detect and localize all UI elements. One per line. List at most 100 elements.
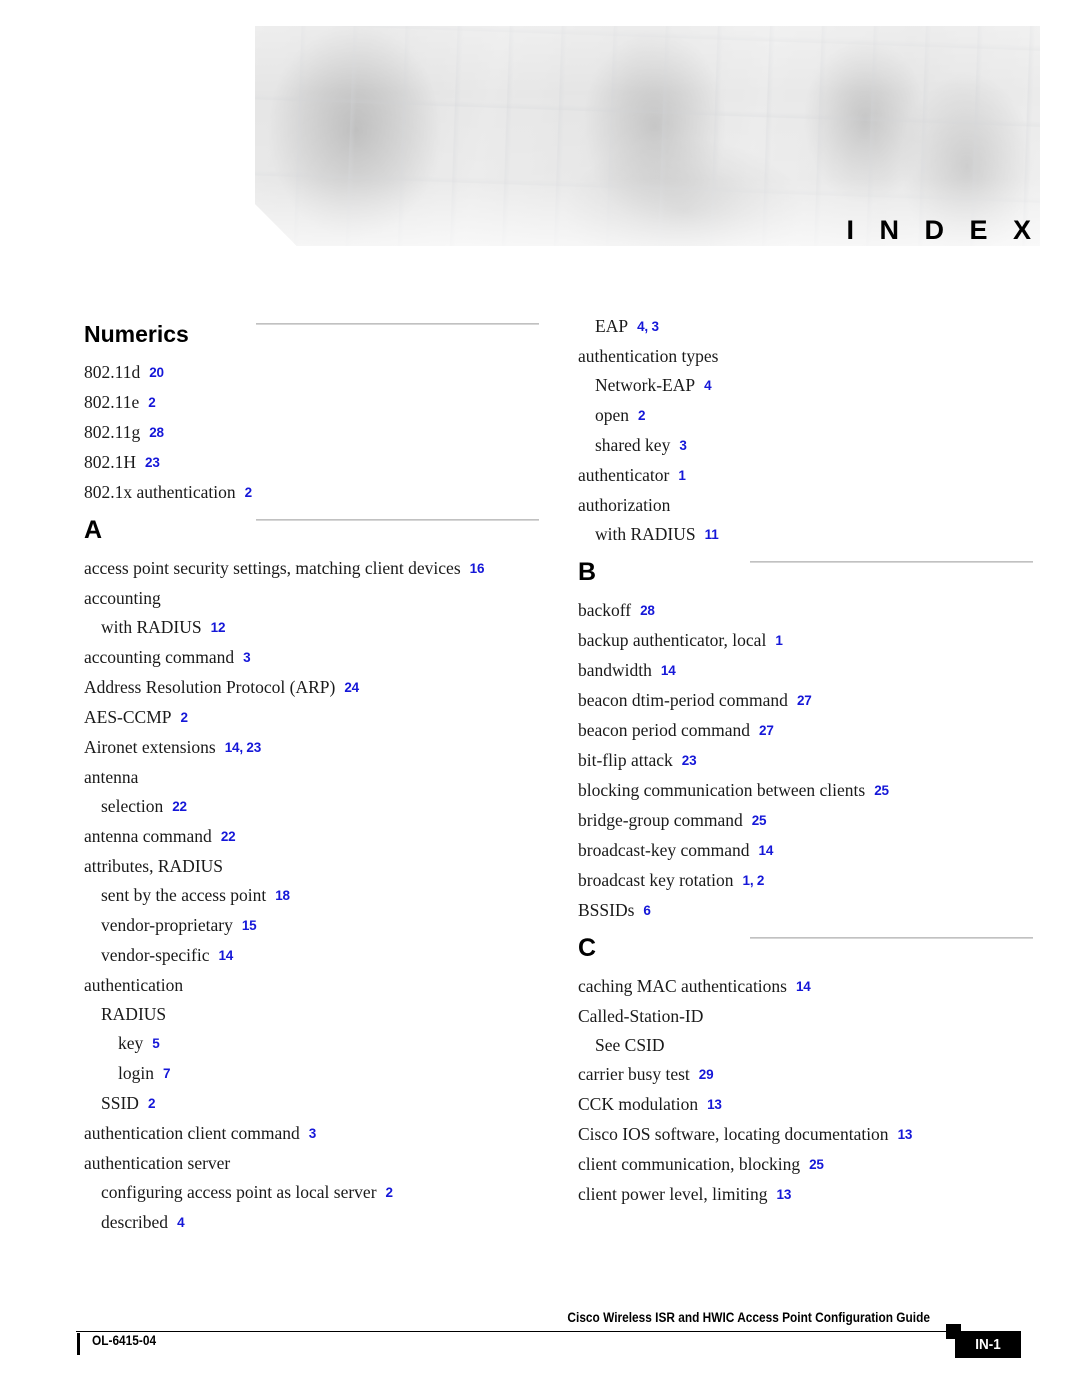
index-entry: beacon dtim-period command 27	[578, 686, 1033, 716]
index-entry-page-numbers[interactable]: 24	[344, 680, 359, 695]
index-entry-term: authorization	[578, 495, 671, 515]
index-entry: client communication, blocking 25	[578, 1150, 1033, 1180]
index-entry: See CSID	[578, 1031, 1033, 1060]
index-entry-page-numbers[interactable]: 2	[386, 1185, 394, 1200]
index-entry: authorization	[578, 491, 1033, 520]
index-section-letter: C	[578, 934, 597, 962]
index-entry: antenna command 22	[84, 822, 539, 852]
index-entry-page-numbers[interactable]: 15	[242, 918, 257, 933]
index-entry: 802.1x authentication 2	[84, 478, 539, 508]
index-entry-page-numbers[interactable]: 25	[809, 1157, 824, 1172]
index-entry-page-numbers[interactable]: 4, 3	[637, 319, 659, 334]
index-entry: described 4	[84, 1208, 539, 1238]
index-entry: vendor-specific 14	[84, 941, 539, 971]
index-entry-page-numbers[interactable]: 28	[640, 603, 655, 618]
index-entry-page-numbers[interactable]: 16	[470, 561, 485, 576]
index-entry-term: bit-flip attack	[578, 750, 673, 770]
index-entry-page-numbers[interactable]: 2	[148, 395, 156, 410]
index-entry-term: configuring access point as local server	[101, 1182, 377, 1202]
index-entry-term: Called-Station-ID	[578, 1006, 704, 1026]
index-entry-page-numbers[interactable]: 6	[643, 903, 651, 918]
index-entry-page-numbers[interactable]: 14	[759, 843, 774, 858]
index-entry-term: antenna command	[84, 826, 212, 846]
index-entry-page-numbers[interactable]: 4	[704, 378, 712, 393]
index-section-letter: A	[84, 516, 103, 544]
index-entry-page-numbers[interactable]: 13	[707, 1097, 722, 1112]
index-section-rule	[750, 937, 1033, 939]
index-entry-page-numbers[interactable]: 14	[796, 979, 811, 994]
footer-left-tick	[77, 1333, 80, 1355]
index-column-right: EAP 4, 3 authentication types Network-EAP 4 o…	[578, 312, 1033, 1210]
index-entry-page-numbers[interactable]: 4	[177, 1215, 185, 1230]
index-entry-term: AES-CCMP	[84, 707, 172, 727]
index-entry-page-numbers[interactable]: 23	[682, 753, 697, 768]
index-entry-page-numbers[interactable]: 22	[172, 799, 187, 814]
index-entry-page-numbers[interactable]: 11	[705, 527, 719, 542]
index-entry-page-numbers[interactable]: 13	[898, 1127, 913, 1142]
index-entry-term: Aironet extensions	[84, 737, 216, 757]
index-entry-page-numbers[interactable]: 14, 23	[225, 740, 262, 755]
index-entry-page-numbers[interactable]: 2	[638, 408, 646, 423]
index-entry-term: shared key	[595, 435, 671, 455]
index-entry-page-numbers[interactable]: 1	[775, 633, 783, 648]
index-entry-page-numbers[interactable]: 1, 2	[743, 873, 765, 888]
index-entry-term: login	[118, 1063, 154, 1083]
index-entry: authenticator 1	[578, 461, 1033, 491]
index-entry-term: 802.11g	[84, 422, 141, 442]
index-entry-term: authentication	[84, 975, 184, 995]
index-entry-page-numbers[interactable]: 25	[874, 783, 889, 798]
index-entry: sent by the access point 18	[84, 881, 539, 911]
footer-guide-title: Cisco Wireless ISR and HWIC Access Point…	[567, 1310, 930, 1325]
index-entry-term: with RADIUS	[101, 617, 202, 637]
index-entry-page-numbers[interactable]: 2	[181, 710, 189, 725]
index-entry-term: See CSID	[595, 1035, 665, 1055]
index-section-header: Numerics	[84, 312, 539, 358]
banner-photo	[255, 26, 1040, 246]
index-entry-term: 802.11e	[84, 392, 140, 412]
index-entry-page-numbers[interactable]: 20	[149, 365, 164, 380]
index-entry-page-numbers[interactable]: 5	[152, 1036, 160, 1051]
index-entry-page-numbers[interactable]: 3	[243, 650, 251, 665]
index-entry-page-numbers[interactable]: 18	[275, 888, 290, 903]
index-entry-term: antenna	[84, 767, 139, 787]
index-entry: caching MAC authentications 14	[578, 972, 1033, 1002]
index-entry-term: CCK modulation	[578, 1094, 699, 1114]
index-entry-page-numbers[interactable]: 7	[163, 1066, 171, 1081]
index-entry: RADIUS	[84, 1000, 539, 1029]
page-footer: Cisco Wireless ISR and HWIC Access Point…	[0, 1300, 1080, 1390]
page-title: I N D E X	[846, 215, 1040, 245]
index-entry: broadcast-key command 14	[578, 836, 1033, 866]
index-entry: authentication types	[578, 342, 1033, 371]
index-entry-page-numbers[interactable]: 1	[678, 468, 686, 483]
index-entry-page-numbers[interactable]: 2	[245, 485, 253, 500]
index-entry-term: RADIUS	[101, 1004, 167, 1024]
index-entry: accounting command 3	[84, 643, 539, 673]
index-entry-page-numbers[interactable]: 3	[309, 1126, 317, 1141]
index-entry-page-numbers[interactable]: 14	[219, 948, 234, 963]
footer-divider	[76, 1331, 952, 1332]
index-entry-page-numbers[interactable]: 27	[797, 693, 812, 708]
index-entry: AES-CCMP 2	[84, 703, 539, 733]
index-entry: CCK modulation 13	[578, 1090, 1033, 1120]
index-entry-page-numbers[interactable]: 13	[777, 1187, 792, 1202]
index-entry-page-numbers[interactable]: 3	[679, 438, 687, 453]
index-entry-page-numbers[interactable]: 27	[759, 723, 774, 738]
index-entry-page-numbers[interactable]: 23	[145, 455, 160, 470]
index-column-left: Numerics 802.11d 20 802.11e 2 802.11g 28 802.1H…	[84, 312, 539, 1238]
index-entry-page-numbers[interactable]: 28	[149, 425, 164, 440]
index-entry-term: broadcast key rotation	[578, 870, 734, 890]
index-entry-page-numbers[interactable]: 2	[148, 1096, 156, 1111]
index-entry: Network-EAP 4	[578, 371, 1033, 401]
index-entry: key 5	[84, 1029, 539, 1059]
index-entry-page-numbers[interactable]: 22	[221, 829, 236, 844]
index-entry-term: Network-EAP	[595, 375, 696, 395]
index-entry-term: bridge-group command	[578, 810, 743, 830]
index-entry-page-numbers[interactable]: 29	[699, 1067, 714, 1082]
index-entry-page-numbers[interactable]: 25	[752, 813, 767, 828]
index-entry-page-numbers[interactable]: 14	[661, 663, 676, 678]
index-entry-term: authentication types	[578, 346, 719, 366]
index-entry: shared key 3	[578, 431, 1033, 461]
index-entry-page-numbers[interactable]: 12	[211, 620, 226, 635]
index-section: Ccaching MAC authentications 14 Called-Sta…	[578, 926, 1033, 1210]
index-entry-term: authentication server	[84, 1153, 231, 1173]
